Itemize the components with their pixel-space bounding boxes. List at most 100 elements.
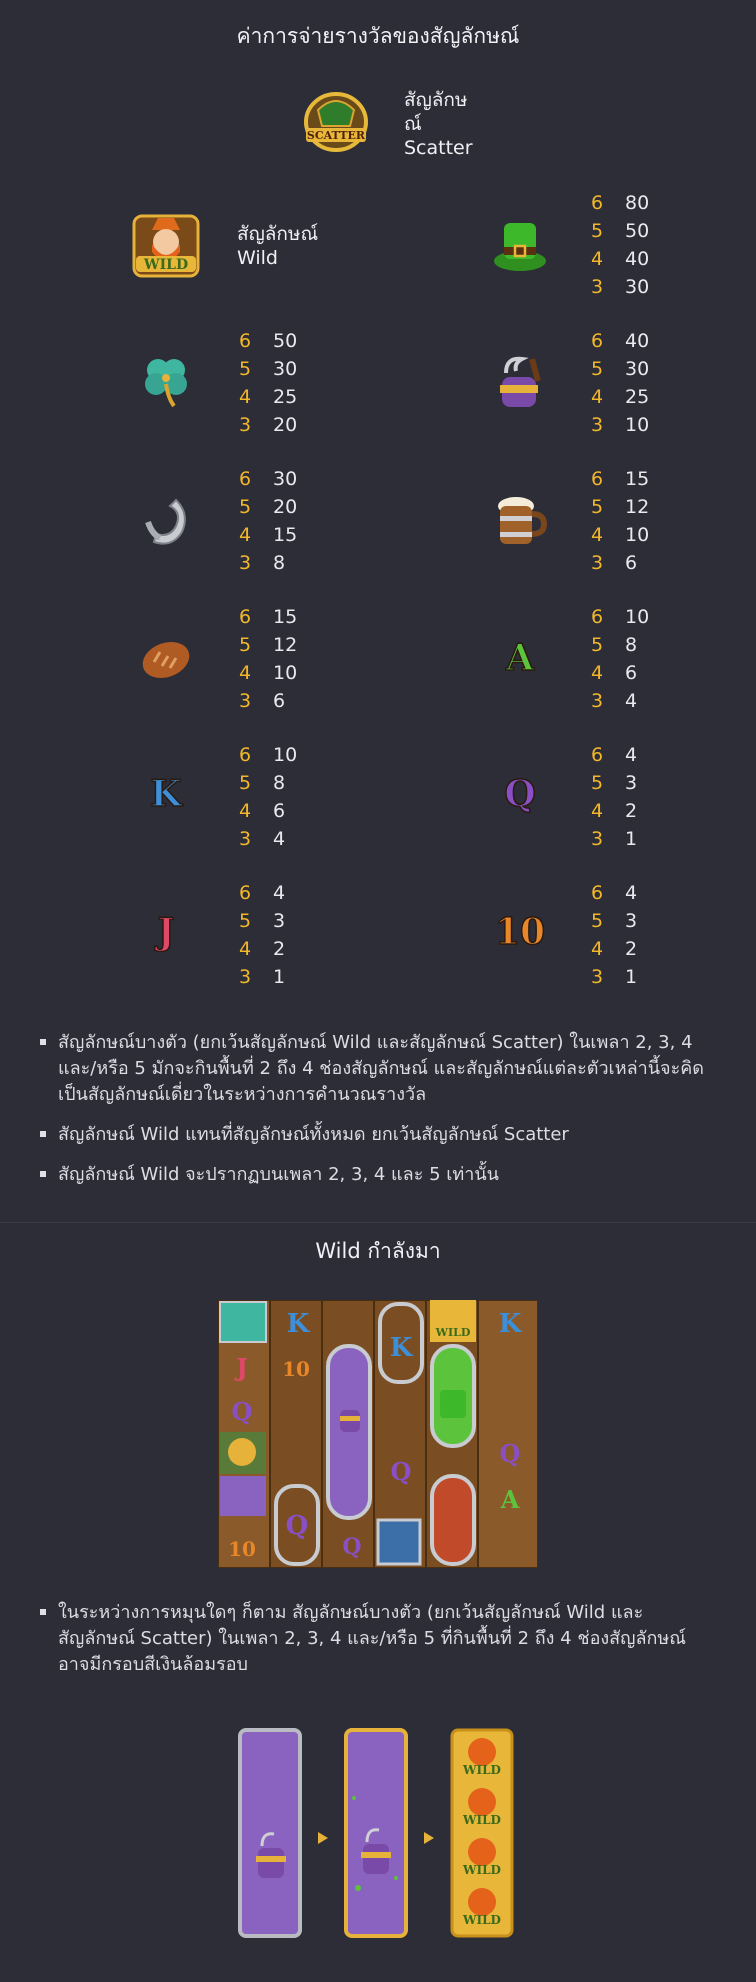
grid-k-label: K [390, 1333, 414, 1363]
pay-row: 36 [239, 690, 286, 712]
grid-10-label: 10 [282, 1357, 310, 1381]
pay-row: 5 50 [591, 220, 650, 242]
bread-symbol [134, 626, 198, 690]
clover-paytable: 6 50 5 30 4 25 3 20 [239, 327, 349, 439]
pipe-symbol [488, 352, 552, 416]
horseshoe-icon [145, 498, 186, 545]
arrow-right-icon [318, 1832, 328, 1844]
scatter-label-line1: สัญลักษ [404, 89, 468, 111]
pay-row: 3 10 [591, 414, 650, 436]
pay-row: 5 30 [591, 358, 650, 380]
arrow-right-icon [424, 1832, 434, 1844]
q-paytable: 64 53 42 31 [591, 741, 701, 853]
ten-paytable: 64 53 42 31 [591, 879, 701, 991]
pay-row: 46 [239, 800, 286, 822]
reel-grid-image: K K K J 10 Q Q Q Q Q A 10 WILD [217, 1298, 539, 1569]
pay-row: 6 30 [239, 468, 298, 490]
a-symbol: A [488, 626, 552, 690]
page-title: ค่าการจ่ายรางวัลของสัญลักษณ์ [236, 24, 520, 48]
pay-row: 4 25 [591, 386, 650, 408]
pay-row: 42 [591, 800, 638, 822]
pay-row: 3 20 [239, 414, 298, 436]
wild-section-title: Wild กำลังมา [315, 1239, 441, 1263]
grid-q-label: Q [500, 1439, 521, 1468]
wild-symbol: WILD [130, 212, 202, 280]
transform-wild-label: WILD [462, 1763, 501, 1777]
pay-row: 36 [591, 552, 638, 574]
grid-j-label: J [234, 1353, 247, 1382]
pipe-icon [500, 356, 541, 407]
pay-row: 64 [239, 882, 286, 904]
pay-row: 34 [239, 828, 286, 850]
pay-row: 6 50 [239, 330, 298, 352]
pay-row: 4 25 [239, 386, 298, 408]
wild-transform-illustration: WILD WILD WILD WILD [238, 1728, 518, 1938]
pay-row: 6 40 [591, 330, 650, 352]
pay-row: 5 12 [591, 496, 650, 518]
horseshoe-paytable: 6 30 5 20 4 15 38 [239, 465, 349, 577]
pay-row: 42 [591, 938, 638, 960]
pay-row: 58 [239, 772, 286, 794]
clover-icon [145, 359, 187, 408]
k-paytable: 6 10 58 46 34 [239, 741, 349, 853]
scatter-label-line3: Scatter [404, 137, 473, 159]
pay-row: 5 20 [239, 496, 298, 518]
pay-row: 53 [239, 910, 286, 932]
pay-row: 6 10 [591, 606, 650, 628]
beer-mug-icon [498, 497, 548, 544]
hat-paytable: 6 80 5 50 4 40 3 30 [591, 189, 701, 301]
hat-icon [494, 223, 546, 271]
scatter-icon: SCATTER [304, 92, 368, 152]
grid-q-label: Q [342, 1534, 361, 1560]
ten-symbol: 10 [486, 900, 554, 964]
wild-label-line2: Wild [237, 247, 278, 269]
letter-k-icon: K [150, 772, 183, 816]
pay-row: 6 10 [239, 744, 298, 766]
pay-row: 38 [239, 552, 286, 574]
grid-q-label: Q [391, 1457, 412, 1486]
transform-wild-label: WILD [462, 1863, 501, 1877]
rule-item: สัญลักษณ์บางตัว (ยกเว้นสัญลักษณ์ Wild แล… [36, 1030, 716, 1108]
pay-row: 46 [591, 662, 638, 684]
pay-row: 42 [239, 938, 286, 960]
number-10-icon: 10 [494, 910, 546, 954]
pay-row: 31 [591, 828, 638, 850]
wild-label: สัญลักษณ์ Wild [237, 222, 318, 270]
grid-10-label: 10 [228, 1537, 256, 1561]
pay-row: 4 15 [239, 524, 298, 546]
transform-wild-label: WILD [462, 1913, 501, 1927]
pay-row: 64 [591, 744, 638, 766]
a-paytable: 6 10 58 46 34 [591, 603, 701, 715]
transform-wild-label: WILD [462, 1813, 501, 1827]
j-symbol: J [134, 900, 198, 964]
wild-rule-item: ในระหว่างการหมุนใดๆ ก็ตาม สัญลักษณ์บางตั… [36, 1600, 716, 1678]
rule-item: สัญลักษณ์ Wild จะปรากฏบนเพลา 2, 3, 4 และ… [36, 1162, 716, 1188]
j-paytable: 64 53 42 31 [239, 879, 349, 991]
bread-icon [142, 642, 190, 678]
grid-q-label: Q [232, 1397, 253, 1426]
rules-list: สัญลักษณ์บางตัว (ยกเว้นสัญลักษณ์ Wild แล… [36, 1030, 716, 1202]
beer-symbol [488, 490, 552, 554]
wild-leprechaun-icon: WILD [132, 214, 200, 278]
scatter-label-line2: ณ์ [404, 113, 422, 135]
horseshoe-symbol [134, 490, 198, 554]
pay-row: 6 15 [591, 468, 650, 490]
grid-k-label: K [287, 1309, 311, 1339]
letter-j-icon: J [157, 910, 176, 954]
pay-row: 58 [591, 634, 638, 656]
clover-symbol [134, 350, 198, 414]
k-symbol: K [134, 762, 198, 826]
wild-rules-list: ในระหว่างการหมุนใดๆ ก็ตาม สัญลักษณ์บางตั… [36, 1600, 716, 1692]
scatter-label: สัญลักษ ณ์ Scatter [404, 88, 473, 160]
letter-q-icon: Q [504, 772, 537, 816]
reel-grid-example: K K K J 10 Q Q Q Q Q A 10 WILD [217, 1298, 539, 1569]
pay-row: 5 12 [239, 634, 298, 656]
pay-row: 31 [591, 966, 638, 988]
grid-wild-label: WILD [435, 1326, 471, 1339]
letter-a-icon: A [505, 636, 534, 680]
q-symbol: Q [488, 762, 552, 826]
pay-row: 6 80 [591, 192, 650, 214]
rule-item: สัญลักษณ์ Wild แทนที่สัญลักษณ์ทั้งหมด ยก… [36, 1122, 716, 1148]
scatter-symbol: SCATTER [300, 88, 372, 154]
pay-row: 53 [591, 910, 638, 932]
